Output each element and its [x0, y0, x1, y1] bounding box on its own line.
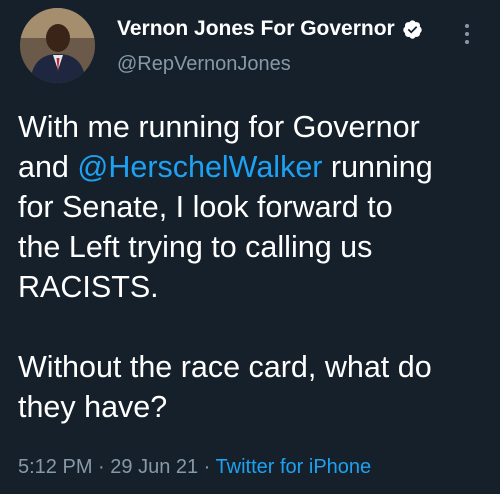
tweet-text-segment: running [322, 150, 433, 184]
tweet-text-segment: and [18, 150, 78, 184]
meta-separator: · [198, 456, 216, 478]
tweet-line: RACISTS. [18, 270, 159, 304]
display-name-row: Vernon Jones For Governor [117, 17, 423, 41]
source-link[interactable]: Twitter for iPhone [216, 456, 372, 478]
tweet-header: Vernon Jones For Governor @RepVernonJone… [0, 0, 500, 90]
tweet-card: Vernon Jones For Governor @RepVernonJone… [0, 0, 500, 494]
meta-separator: · [92, 456, 111, 478]
tweet-line: and @HerschelWalker running [18, 147, 488, 187]
tweet-text: With me running for Governor and @Hersch… [18, 107, 488, 427]
mention-link[interactable]: @HerschelWalker [77, 150, 322, 184]
verified-badge-icon [402, 19, 423, 40]
avatar[interactable] [20, 8, 95, 83]
tweet-line: for Senate, I look forward to [18, 190, 393, 224]
more-vertical-icon[interactable] [462, 22, 472, 46]
user-handle[interactable]: @RepVernonJones [117, 53, 291, 76]
tweet-line: With me running for Governor [18, 110, 420, 144]
tweet-meta: 5:12 PM · 29 Jun 21 · Twitter for iPhone [18, 456, 371, 479]
tweet-line: Without the race card, what do [18, 350, 432, 384]
tweet-time[interactable]: 5:12 PM [18, 456, 92, 478]
display-name[interactable]: Vernon Jones For Governor [117, 17, 395, 41]
profile-photo-icon [20, 8, 95, 83]
tweet-line: they have? [18, 390, 168, 424]
tweet-date[interactable]: 29 Jun 21 [110, 456, 198, 478]
tweet-line: the Left trying to calling us [18, 230, 373, 264]
